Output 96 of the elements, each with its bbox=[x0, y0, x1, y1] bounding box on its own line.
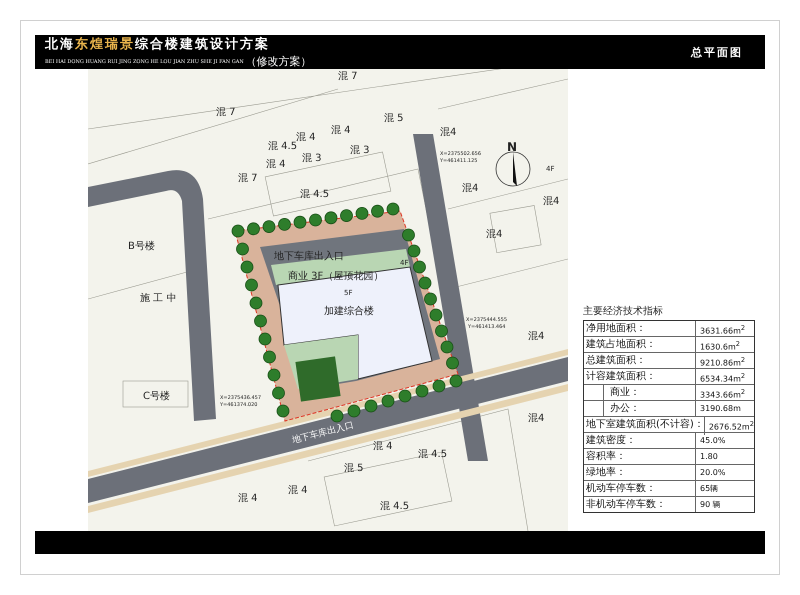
table-cell: 建筑密度： bbox=[584, 433, 696, 448]
map-label: 混4 bbox=[543, 196, 560, 207]
compass-icon bbox=[496, 152, 530, 186]
map-label: 施 工 中 bbox=[140, 293, 176, 304]
map-label: 混 4 bbox=[238, 493, 258, 504]
tree-icon bbox=[413, 260, 426, 274]
tree-icon bbox=[324, 211, 338, 224]
tree-icon bbox=[276, 404, 290, 418]
map-label: 混 4 bbox=[288, 485, 308, 496]
tree-icon bbox=[340, 209, 353, 222]
map-label: 混 5 bbox=[384, 113, 404, 124]
tree-icon bbox=[424, 292, 437, 306]
tree-icon bbox=[258, 332, 272, 346]
tree-icon bbox=[232, 224, 244, 238]
table-cell-text: 3190.68m bbox=[699, 403, 742, 415]
table-cell: 总建筑面积： bbox=[584, 353, 696, 371]
map-label: 混 3 bbox=[302, 153, 322, 164]
map-label: 混 7 bbox=[216, 107, 236, 118]
tree-icon bbox=[416, 384, 428, 398]
map-label: 混 4 bbox=[373, 441, 393, 452]
table-cell: 办公： bbox=[604, 401, 696, 416]
tree-icon bbox=[408, 244, 420, 258]
table-cell-text: 9210.86m$^{2}$ bbox=[699, 355, 746, 370]
project-title: 北海东煌瑞景综合楼建筑设计方案 bbox=[45, 36, 271, 53]
tree-icon bbox=[356, 207, 368, 220]
map-label: 混4 bbox=[486, 229, 502, 240]
tree-icon bbox=[330, 410, 344, 422]
table-cell-text: 3343.66m$^{2}$ bbox=[699, 387, 746, 402]
map-label: 混 4.5 bbox=[380, 501, 410, 512]
table-cell-text: 1.80 bbox=[699, 451, 719, 463]
tree-icon bbox=[240, 260, 254, 274]
map-label: 混 3 bbox=[350, 145, 370, 156]
table-cell-text: 20.0% bbox=[699, 467, 726, 479]
tree-icon bbox=[236, 242, 249, 256]
tree-icon bbox=[247, 222, 260, 236]
sheet-name: 总平面图 bbox=[691, 44, 743, 60]
table-cell-text: 1630.6m$^{2}$ bbox=[699, 339, 742, 354]
map-label: 混 5 bbox=[344, 463, 364, 474]
tree-icon bbox=[309, 214, 322, 226]
table-cell: 净用地面积： bbox=[584, 321, 696, 339]
revision-note: （修改方案） bbox=[246, 54, 312, 69]
map-label: 混4 bbox=[440, 127, 456, 138]
map-label: 混 7 bbox=[338, 71, 358, 82]
table-cell: 机动车停车数： bbox=[584, 481, 696, 496]
tree-icon bbox=[250, 296, 262, 310]
map-label: 混 4 bbox=[331, 125, 351, 136]
tree-icon bbox=[263, 350, 276, 364]
tree-icon bbox=[294, 216, 306, 229]
tree-icon bbox=[254, 314, 267, 328]
table-cell-text: 3631.66m$^{2}$ bbox=[699, 323, 746, 338]
tree-icon bbox=[446, 356, 459, 370]
table-cell: 容积率： bbox=[584, 449, 696, 464]
map-label: 混4 bbox=[528, 413, 544, 424]
north-label: N bbox=[507, 140, 518, 154]
table-cell-text: 45.0% bbox=[699, 435, 726, 447]
map-label: 混 4.5 bbox=[268, 141, 298, 152]
map-label: 混 4.5 bbox=[300, 189, 330, 200]
tree-icon bbox=[435, 324, 448, 338]
map-label: 混 4.5 bbox=[418, 449, 448, 460]
tree-icon bbox=[440, 340, 454, 354]
map-label: 混4 bbox=[528, 331, 544, 342]
map-label: 混 7 bbox=[238, 173, 258, 184]
table-caption: 主要经济技术指标 bbox=[583, 304, 664, 318]
tree-icon bbox=[245, 278, 258, 292]
table-cell: 计容建筑面积： bbox=[584, 369, 696, 387]
map-label: 混 4 bbox=[296, 132, 316, 143]
tree-icon bbox=[278, 218, 291, 231]
table-cell: 地下室建筑面积(不计容)： bbox=[584, 417, 705, 435]
map-label: 加建综合楼 bbox=[324, 306, 374, 317]
tree-icon bbox=[430, 308, 442, 322]
tree-icon bbox=[418, 276, 432, 290]
table-cell-text: 2676.52m$^{2}$ bbox=[708, 419, 755, 434]
tree-icon bbox=[371, 204, 384, 218]
tree-icon bbox=[402, 228, 415, 242]
table-cell: 建筑占地面积： bbox=[584, 337, 696, 355]
tree-icon bbox=[348, 404, 360, 418]
tree-icon bbox=[386, 202, 400, 216]
tree-icon bbox=[364, 400, 378, 412]
table-cell: 非机动车停车数： bbox=[584, 497, 696, 512]
table-cell-text: 6534.34m$^{2}$ bbox=[699, 371, 746, 386]
map-label: 地下车库出入口 bbox=[291, 420, 355, 446]
table-cell: 商业： bbox=[604, 385, 696, 403]
tree-icon bbox=[432, 380, 446, 392]
map-label: B号楼 bbox=[128, 241, 155, 252]
map-label: 混 4 bbox=[266, 159, 286, 170]
tree-icon bbox=[262, 220, 276, 233]
tree-icon bbox=[450, 374, 462, 388]
tree-icon bbox=[272, 386, 285, 400]
tree-icon bbox=[398, 390, 412, 402]
map-label: C号楼 bbox=[143, 391, 170, 402]
tree-icon bbox=[268, 368, 280, 382]
tree-icon bbox=[382, 394, 394, 408]
table-cell-text: 65辆 bbox=[699, 483, 720, 495]
table-cell: 绿地率： bbox=[584, 465, 696, 480]
table-cell-text: 90 辆 bbox=[699, 499, 722, 511]
map-label: 混4 bbox=[462, 183, 478, 194]
